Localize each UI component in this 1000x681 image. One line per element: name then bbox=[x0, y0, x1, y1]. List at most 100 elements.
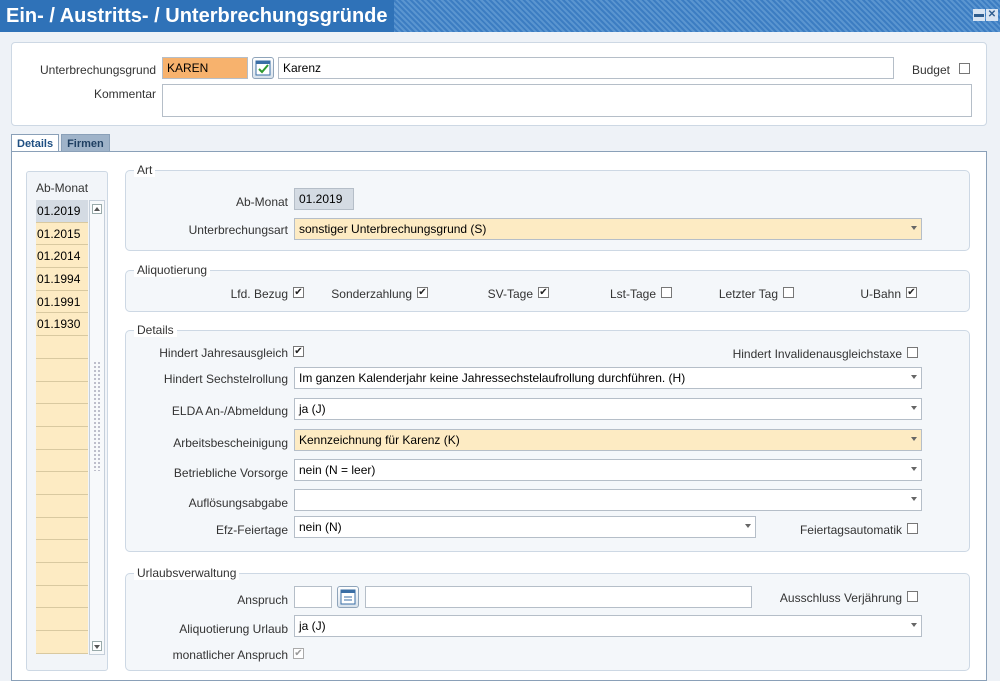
list-item[interactable] bbox=[36, 472, 88, 495]
jahresausgleich-checkbox[interactable]: ✔ bbox=[293, 346, 304, 357]
minimize-icon[interactable]: ▬ bbox=[973, 9, 985, 21]
efz-select[interactable]: nein (N) bbox=[294, 516, 756, 538]
list-item[interactable]: 01.2015 bbox=[36, 222, 88, 246]
arbeitsbescheinigung-label: Arbeitsbescheinigung bbox=[173, 436, 288, 450]
sechstel-select[interactable]: Im ganzen Kalenderjahr keine Jahressechs… bbox=[294, 367, 922, 389]
aufloesung-select[interactable] bbox=[294, 489, 922, 511]
list-item[interactable]: 01.1994 bbox=[36, 268, 88, 291]
feiertagsautomatik-checkbox[interactable] bbox=[907, 523, 918, 534]
calendar-icon bbox=[340, 589, 356, 605]
tab-firmen[interactable]: Firmen bbox=[61, 134, 110, 152]
elda-select[interactable]: ja (J) bbox=[294, 398, 922, 420]
chevron-down-icon bbox=[911, 375, 917, 379]
letzter-tag-label: Letzter Tag bbox=[718, 287, 778, 301]
anspruch-label: Anspruch bbox=[237, 593, 288, 607]
unterbrechungsart-select[interactable]: sonstiger Unterbrechungsgrund (S) bbox=[294, 218, 922, 240]
vorsorge-label: Betriebliche Vorsorge bbox=[173, 466, 288, 480]
ab-monat-list: 01.2019 01.2015 01.2014 01.1994 01.1991 01.19… bbox=[36, 200, 88, 654]
chevron-down-icon bbox=[911, 406, 917, 410]
verjaehrung-checkbox[interactable] bbox=[907, 591, 918, 602]
verjaehrung-label: Ausschluss Verjährung bbox=[779, 591, 902, 605]
lfd-bezug-checkbox[interactable]: ✔ bbox=[293, 287, 304, 298]
lfd-bezug-label: Lfd. Bezug bbox=[230, 287, 288, 301]
lookup-button[interactable] bbox=[252, 57, 274, 79]
sonderzahlung-checkbox[interactable]: ✔ bbox=[417, 287, 428, 298]
feiertagsautomatik-label: Feiertagsautomatik bbox=[799, 523, 902, 537]
u-bahn-checkbox[interactable]: ✔ bbox=[906, 287, 917, 298]
aliq-urlaub-value: ja (J) bbox=[299, 619, 326, 633]
anspruch-lookup-button[interactable] bbox=[337, 586, 359, 608]
grund-label: Unterbrechungsgrund bbox=[40, 63, 157, 77]
efz-value: nein (N) bbox=[299, 520, 342, 534]
urlaub-legend: Urlaubsverwaltung bbox=[134, 566, 240, 580]
chevron-down-icon bbox=[911, 437, 917, 441]
aliquotierung-legend: Aliquotierung bbox=[134, 263, 211, 277]
lst-tage-label: Lst-Tage bbox=[609, 287, 656, 301]
list-item[interactable] bbox=[36, 381, 88, 405]
elda-label: ELDA An-/Abmeldung bbox=[171, 404, 288, 418]
monatlich-checkbox[interactable]: ✔ bbox=[293, 648, 304, 659]
window-controls: ▬ ✕ bbox=[973, 9, 998, 21]
scroll-up-icon[interactable] bbox=[92, 204, 102, 214]
budget-checkbox[interactable] bbox=[959, 63, 970, 74]
close-icon[interactable]: ✕ bbox=[986, 9, 998, 21]
kommentar-label: Kommentar bbox=[93, 87, 156, 101]
list-item[interactable] bbox=[36, 336, 88, 359]
list-item[interactable] bbox=[36, 517, 88, 541]
arbeitsbescheinigung-value: Kennzeichnung für Karenz (K) bbox=[299, 433, 460, 447]
elda-value: ja (J) bbox=[299, 402, 326, 416]
art-legend: Art bbox=[134, 163, 156, 177]
chevron-down-icon bbox=[911, 467, 917, 471]
chevron-down-icon bbox=[911, 623, 917, 627]
letzter-tag-checkbox[interactable] bbox=[783, 287, 794, 298]
list-item[interactable]: 01.2019 bbox=[36, 200, 88, 223]
list-item[interactable] bbox=[36, 404, 88, 427]
anspruch-input[interactable] bbox=[294, 586, 332, 608]
calendar-check-icon bbox=[255, 60, 271, 76]
u-bahn-label: U-Bahn bbox=[860, 287, 901, 301]
grund-code-input[interactable]: KAREN bbox=[162, 57, 248, 79]
list-item[interactable] bbox=[36, 426, 88, 450]
jahresausgleich-label: Hindert Jahresausgleich bbox=[159, 346, 288, 360]
aufloesung-label: Auflösungsabgabe bbox=[188, 496, 288, 510]
anspruch-description-input[interactable] bbox=[365, 586, 752, 608]
scroll-down-icon[interactable] bbox=[92, 641, 102, 651]
tab-bar: Details Firmen bbox=[11, 134, 112, 152]
abmonat-field[interactable]: 01.2019 bbox=[294, 188, 354, 210]
grund-description-input[interactable]: Karenz bbox=[278, 57, 894, 79]
lst-tage-checkbox[interactable] bbox=[661, 287, 672, 298]
abmonat-label: Ab-Monat bbox=[235, 195, 288, 209]
list-item[interactable] bbox=[36, 563, 88, 586]
sv-tage-checkbox[interactable]: ✔ bbox=[538, 287, 549, 298]
list-item[interactable] bbox=[36, 358, 88, 382]
tab-details[interactable]: Details bbox=[11, 134, 60, 152]
chevron-down-icon bbox=[911, 497, 917, 501]
invalidenausgleich-checkbox[interactable] bbox=[907, 347, 918, 358]
kommentar-input[interactable] bbox=[162, 84, 972, 117]
list-item[interactable]: 01.1930 bbox=[36, 313, 88, 337]
efz-label: Efz-Feiertage bbox=[215, 523, 288, 537]
list-item[interactable] bbox=[36, 585, 88, 609]
list-item[interactable] bbox=[36, 608, 88, 632]
list-item[interactable] bbox=[36, 449, 88, 473]
monatlich-label: monatlicher Anspruch bbox=[172, 648, 288, 662]
aliq-urlaub-select[interactable]: ja (J) bbox=[294, 615, 922, 637]
unterbrechungsart-label: Unterbrechungsart bbox=[188, 223, 288, 237]
list-item[interactable] bbox=[36, 631, 88, 654]
invalidenausgleich-label: Hindert Invalidenausgleichstaxe bbox=[732, 347, 902, 361]
list-item[interactable]: 01.2014 bbox=[36, 245, 88, 269]
vorsorge-select[interactable]: nein (N = leer) bbox=[294, 459, 922, 481]
sonderzahlung-label: Sonderzahlung bbox=[331, 287, 412, 301]
unterbrechungsart-value: sonstiger Unterbrechungsgrund (S) bbox=[299, 222, 487, 236]
list-item[interactable] bbox=[36, 540, 88, 563]
scroll-grip[interactable] bbox=[93, 361, 101, 471]
window-title: Ein- / Austritts- / Unterbrechungsgründe bbox=[0, 0, 394, 32]
list-item[interactable] bbox=[36, 494, 88, 518]
vorsorge-value: nein (N = leer) bbox=[299, 463, 376, 477]
list-scrollbar[interactable] bbox=[89, 200, 105, 655]
arbeitsbescheinigung-select[interactable]: Kennzeichnung für Karenz (K) bbox=[294, 429, 922, 451]
chevron-down-icon bbox=[745, 524, 751, 528]
list-item[interactable]: 01.1991 bbox=[36, 290, 88, 314]
aliq-urlaub-label: Aliquotierung Urlaub bbox=[179, 622, 288, 636]
chevron-down-icon bbox=[911, 226, 917, 230]
